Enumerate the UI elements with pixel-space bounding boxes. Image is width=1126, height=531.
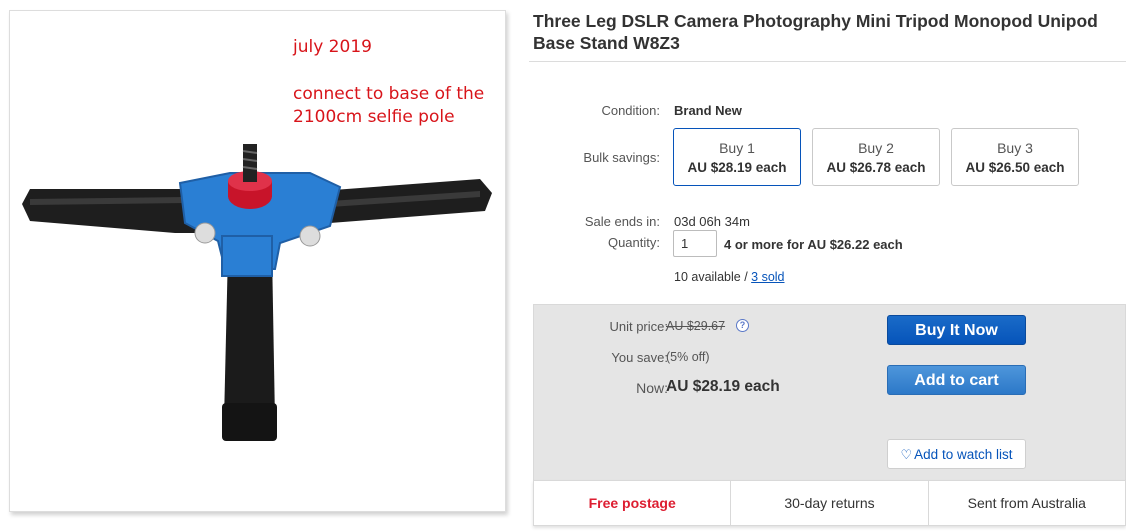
bulk-option-quantity: Buy 2 <box>858 140 894 156</box>
watch-label: Add to watch list <box>914 447 1013 462</box>
condition-label: Condition: <box>601 103 660 118</box>
bulk-option-price: AU $26.78 each <box>826 160 926 175</box>
buy-it-now-button[interactable]: Buy It Now <box>887 315 1026 345</box>
bulk-option-price: AU $26.50 each <box>965 160 1065 175</box>
shipping-strip: Free postage 30-day returns Sent from Au… <box>533 480 1126 526</box>
now-label: Now: <box>636 380 668 396</box>
listing-title: Three Leg DSLR Camera Photography Mini T… <box>533 11 1098 53</box>
unit-price-label: Unit price: <box>609 319 668 334</box>
bulk-option-quantity: Buy 1 <box>719 140 755 156</box>
bulk-option-buy-3[interactable]: Buy 3 AU $26.50 each <box>951 128 1079 186</box>
bulk-option-price: AU $28.19 each <box>687 160 787 175</box>
quantity-offer: 4 or more for AU $26.22 each <box>724 237 903 252</box>
quantity-label: Quantity: <box>607 235 660 250</box>
heart-icon: ♡ <box>900 447 913 462</box>
you-save-label: You save: <box>611 350 668 365</box>
returns-policy: 30-day returns <box>731 481 929 525</box>
availability: 10 available / 3 sold <box>674 270 785 284</box>
add-to-cart-button[interactable]: Add to cart <box>887 365 1026 395</box>
available-count: 10 available / <box>674 270 752 284</box>
sale-ends-value: 03d 06h 34m <box>674 214 750 229</box>
sale-ends-label: Sale ends in: <box>584 214 660 229</box>
bulk-option-buy-2[interactable]: Buy 2 AU $26.78 each <box>812 128 940 186</box>
image-note-date: july 2019 <box>293 37 372 57</box>
image-note-description: connect to base of the 2100cm selfie pol… <box>293 84 485 127</box>
title-divider <box>529 61 1126 62</box>
free-postage: Free postage <box>534 481 732 525</box>
add-to-watch-list-button[interactable]: ♡ Add to watch list <box>887 439 1026 469</box>
bulk-savings-label: Bulk savings: <box>583 150 660 165</box>
now-price: AU $28.19 each <box>666 378 780 395</box>
product-image-panel[interactable]: july 2019 connect to base of the 2100cm … <box>9 10 506 512</box>
bulk-option-quantity: Buy 3 <box>997 140 1033 156</box>
sold-link[interactable]: 3 sold <box>751 270 784 284</box>
ship-from: Sent from Australia <box>967 495 1086 511</box>
quantity-input[interactable] <box>673 230 717 257</box>
condition-value: Brand New <box>674 103 742 118</box>
you-save-value: (5% off) <box>666 350 710 364</box>
help-icon[interactable]: ? <box>736 319 749 332</box>
original-price: AU $29.67 <box>666 319 726 333</box>
bulk-option-buy-1[interactable]: Buy 1 AU $28.19 each <box>673 128 801 186</box>
